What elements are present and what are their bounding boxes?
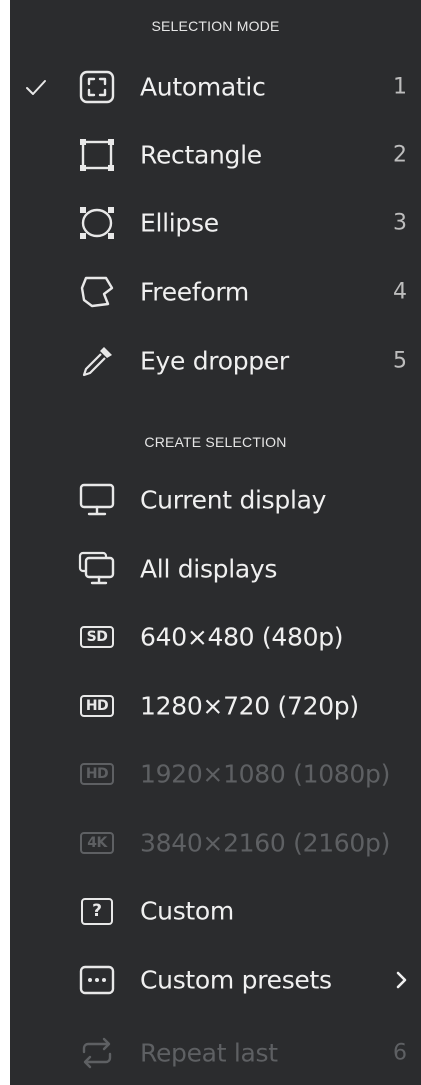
ellipse-select-icon: [78, 206, 116, 240]
menu-item-1280x720[interactable]: HD 1280×720 (720p): [10, 676, 421, 736]
checkmark-icon: [26, 80, 46, 95]
hd-badge-text: HD: [80, 695, 114, 717]
menu-item-automatic[interactable]: Automatic 1: [10, 57, 421, 117]
shortcut-key: 5: [393, 348, 407, 374]
eye-dropper-icon: [78, 344, 116, 378]
menu-item-label: 640×480 (480p): [140, 622, 344, 652]
question-mark-text: ?: [81, 897, 113, 925]
sd-badge-text: SD: [80, 626, 114, 648]
menu-item-label: Automatic: [140, 72, 266, 102]
menu-item-all-displays[interactable]: All displays: [10, 539, 421, 599]
menu-item-rectangle[interactable]: Rectangle 2: [10, 125, 421, 185]
repeat-icon: [78, 1036, 116, 1070]
section-header-create-selection: CREATE SELECTION: [144, 434, 287, 450]
4k-badge-icon: 4K: [78, 826, 116, 860]
menu-item-freeform[interactable]: Freeform 4: [10, 262, 421, 322]
sd-badge-icon: SD: [78, 620, 116, 654]
menu-item-label: 1280×720 (720p): [140, 691, 359, 721]
menu-item-label: 1920×1080 (1080p): [140, 759, 391, 789]
shortcut-key: 2: [393, 142, 407, 168]
freeform-select-icon: [78, 275, 116, 309]
menu-item-3840x2160: 4K 3840×2160 (2160p): [10, 813, 421, 873]
hd-badge-icon: HD: [78, 757, 116, 791]
menu-item-label: Eye dropper: [140, 346, 289, 376]
chevron-right-icon: [396, 971, 407, 989]
menu-item-1920x1080: HD 1920×1080 (1080p): [10, 744, 421, 804]
menu-item-label: Freeform: [140, 277, 249, 307]
menu-item-label: Repeat last: [140, 1038, 278, 1068]
rectangle-select-icon: [78, 138, 116, 172]
automatic-select-icon: [78, 70, 116, 104]
multi-monitor-icon: [78, 551, 116, 586]
section-header-selection-mode: SELECTION MODE: [151, 18, 280, 34]
menu-item-custom[interactable]: ? Custom: [10, 881, 421, 941]
shortcut-key: 6: [393, 1040, 407, 1066]
shortcut-key: 4: [393, 279, 407, 305]
4k-badge-text: 4K: [80, 832, 114, 854]
hd-badge-text: HD: [80, 763, 114, 785]
menu-item-label: 3840×2160 (2160p): [140, 828, 391, 858]
shortcut-key: 3: [393, 210, 407, 236]
hd-badge-icon: HD: [78, 689, 116, 723]
menu-item-repeat-last: Repeat last 6: [10, 1023, 421, 1083]
shortcut-key: 1: [393, 74, 407, 100]
menu-item-label: Current display: [140, 485, 327, 515]
menu-item-current-display[interactable]: Current display: [10, 470, 421, 530]
monitor-icon: [78, 483, 116, 517]
question-box-icon: ?: [78, 894, 116, 928]
menu-item-custom-presets[interactable]: Custom presets: [10, 950, 421, 1010]
menu-item-label: Custom presets: [140, 965, 332, 995]
menu-item-label: Ellipse: [140, 208, 219, 238]
menu-item-ellipse[interactable]: Ellipse 3: [10, 193, 421, 253]
ellipsis-box-icon: [78, 963, 116, 997]
menu-item-label: All displays: [140, 554, 278, 584]
menu-item-label: Custom: [140, 896, 234, 926]
menu-item-eye-dropper[interactable]: Eye dropper 5: [10, 331, 421, 391]
menu-item-label: Rectangle: [140, 140, 262, 170]
menu-item-640x480[interactable]: SD 640×480 (480p): [10, 607, 421, 667]
selection-mode-menu: SELECTION MODE Automatic 1 Rectangle 2 E…: [10, 0, 421, 1085]
